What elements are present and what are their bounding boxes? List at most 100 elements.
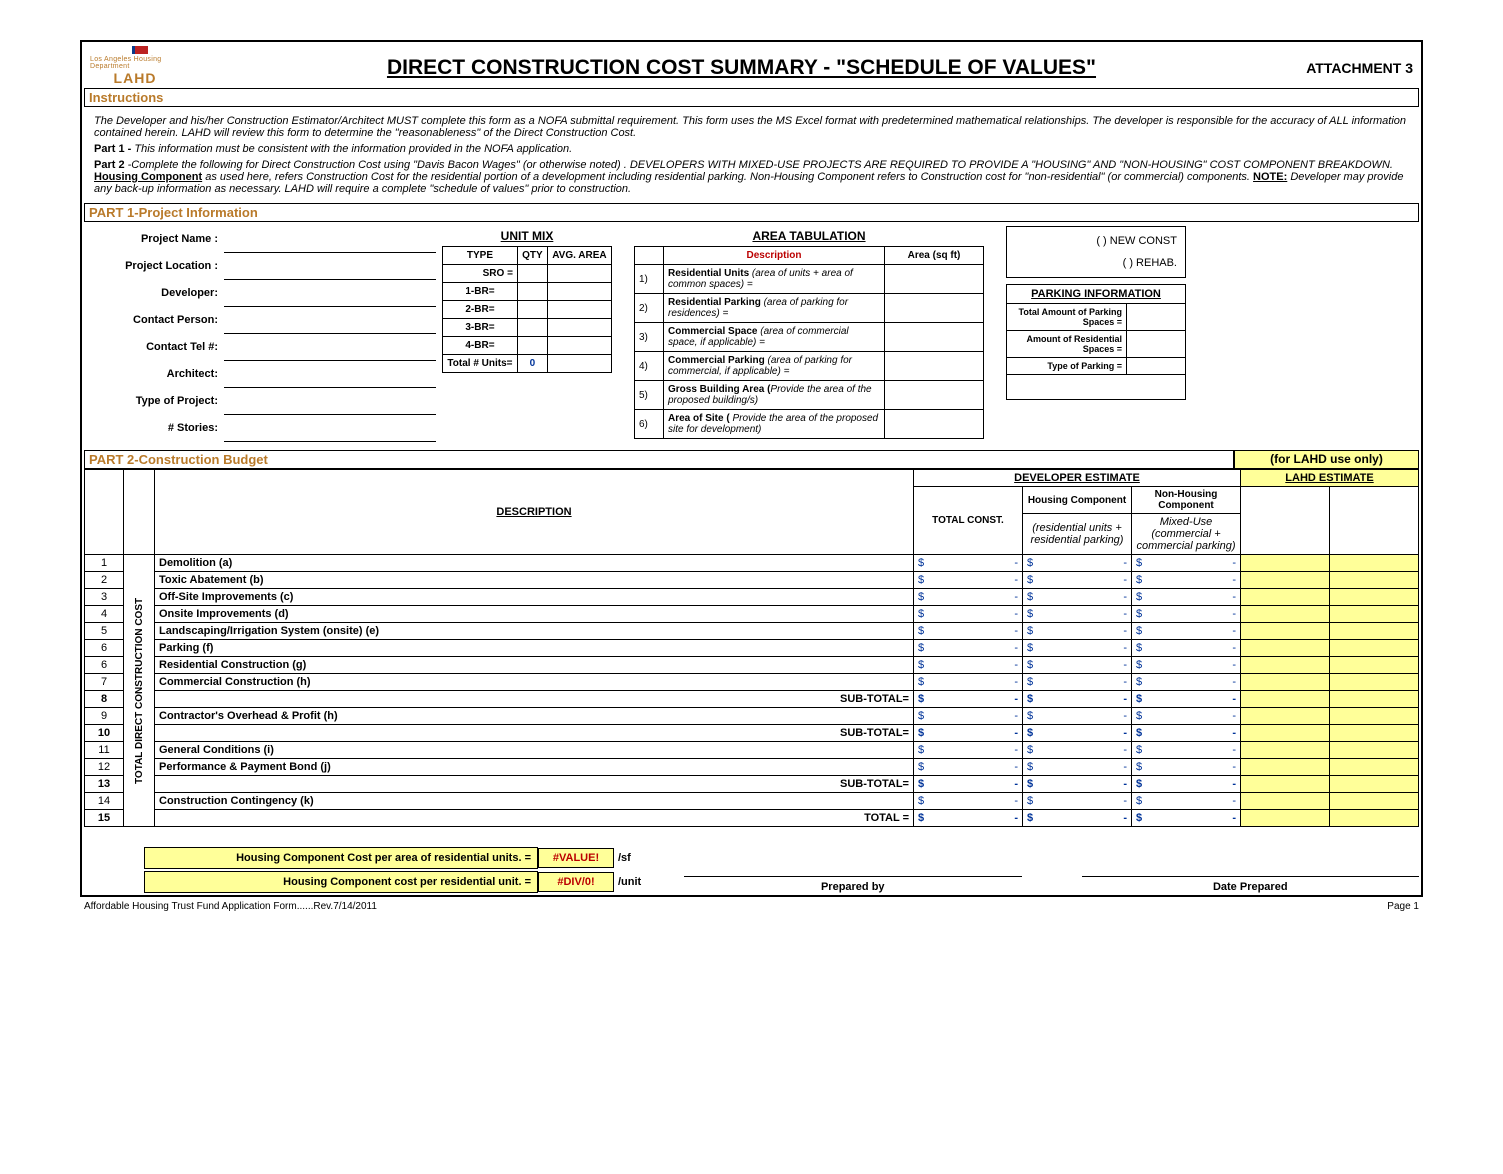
- budget-money-cell[interactable]: $-: [1023, 640, 1132, 657]
- budget-money-cell[interactable]: $-: [914, 759, 1023, 776]
- footer-left: Affordable Housing Trust Fund Applicatio…: [84, 901, 377, 912]
- budget-money-cell[interactable]: $-: [914, 589, 1023, 606]
- parking-row-val[interactable]: [1127, 331, 1186, 358]
- unit-mix-qty[interactable]: [517, 301, 547, 319]
- budget-money-cell[interactable]: $-: [914, 742, 1023, 759]
- unit-mix-qty[interactable]: [517, 337, 547, 355]
- label-contact-person: Contact Person:: [86, 307, 224, 334]
- budget-money-cell[interactable]: $-: [1023, 708, 1132, 725]
- budget-money-cell[interactable]: $-: [1023, 674, 1132, 691]
- field-project-location[interactable]: [224, 253, 436, 280]
- unit-mix-avg[interactable]: [547, 265, 611, 283]
- area-row-val[interactable]: [885, 410, 984, 439]
- label-developer: Developer:: [86, 280, 224, 307]
- budget-money-cell[interactable]: $-: [1132, 640, 1241, 657]
- unit-mix-qty[interactable]: [517, 283, 547, 301]
- unit-mix-avg[interactable]: [547, 301, 611, 319]
- lahd-use-only-heading: (for LAHD use only): [1234, 450, 1419, 469]
- budget-money-cell[interactable]: $-: [1023, 759, 1132, 776]
- budget-money-cell[interactable]: $-: [1023, 572, 1132, 589]
- budget-money-cell[interactable]: $-: [914, 555, 1023, 572]
- budget-money-cell[interactable]: $-: [914, 606, 1023, 623]
- budget-lahd-cell: [1241, 623, 1330, 640]
- field-project-name[interactable]: [224, 226, 436, 253]
- col-type: TYPE: [443, 247, 518, 265]
- field-developer[interactable]: [224, 280, 436, 307]
- area-row-num: 6): [635, 410, 664, 439]
- parking-row-label: Type of Parking =: [1007, 358, 1127, 375]
- area-row-num: 2): [635, 294, 664, 323]
- area-row-val[interactable]: [885, 381, 984, 410]
- budget-row-desc: Off-Site Improvements (c): [155, 589, 914, 606]
- label-architect: Architect:: [86, 361, 224, 388]
- budget-money-cell[interactable]: $-: [1023, 793, 1132, 810]
- budget-money-cell[interactable]: $-: [914, 640, 1023, 657]
- unit-mix-avg[interactable]: [547, 283, 611, 301]
- budget-money-cell[interactable]: $-: [914, 674, 1023, 691]
- budget-money-cell[interactable]: $-: [1023, 555, 1132, 572]
- parking-row-val[interactable]: [1127, 358, 1186, 375]
- budget-money-cell[interactable]: $-: [1132, 708, 1241, 725]
- field-type-of-project[interactable]: [224, 388, 436, 415]
- unit-mix-qty[interactable]: [517, 265, 547, 283]
- budget-money-cell[interactable]: $-: [1132, 793, 1241, 810]
- budget-lahd-cell: [1241, 555, 1330, 572]
- budget-money-cell[interactable]: $-: [1132, 572, 1241, 589]
- field-contact-tel[interactable]: [224, 334, 436, 361]
- budget-money-cell[interactable]: $-: [1023, 657, 1132, 674]
- col-lahd-estimate: LAHD ESTIMATE: [1241, 470, 1419, 487]
- budget-money-cell: $-: [1023, 776, 1132, 793]
- budget-money-cell[interactable]: $-: [914, 793, 1023, 810]
- unit-mix-avg[interactable]: [547, 319, 611, 337]
- budget-money-cell[interactable]: $-: [1023, 589, 1132, 606]
- area-row-val[interactable]: [885, 294, 984, 323]
- budget-money-cell[interactable]: $-: [1023, 606, 1132, 623]
- col-lahd-2: [1330, 487, 1419, 555]
- field-stories[interactable]: [224, 415, 436, 442]
- attachment-label: ATTACHMENT 3: [1306, 60, 1413, 76]
- area-row-val[interactable]: [885, 265, 984, 294]
- unit-mix-avg[interactable]: [547, 337, 611, 355]
- budget-lahd-cell: [1330, 776, 1419, 793]
- budget-lahd-cell: [1241, 657, 1330, 674]
- budget-money-cell[interactable]: $-: [1132, 555, 1241, 572]
- area-tabulation-block: AREA TABULATION Description Area (sq ft)…: [634, 226, 984, 442]
- parking-row-val[interactable]: [1127, 304, 1186, 331]
- parking-info-block: PARKING INFORMATION Total Amount of Park…: [1006, 284, 1186, 400]
- area-row-val[interactable]: [885, 352, 984, 381]
- parking-row-label: Total Amount of Parking Spaces =: [1007, 304, 1127, 331]
- unit-mix-qty[interactable]: [517, 319, 547, 337]
- budget-money-cell[interactable]: $-: [1132, 674, 1241, 691]
- area-row-val[interactable]: [885, 323, 984, 352]
- budget-money-cell[interactable]: $-: [914, 623, 1023, 640]
- parking-row-blank[interactable]: [1007, 375, 1186, 400]
- budget-money-cell[interactable]: $-: [914, 708, 1023, 725]
- flag-icon: [122, 46, 148, 54]
- budget-money-cell[interactable]: $-: [1132, 589, 1241, 606]
- field-contact-person[interactable]: [224, 307, 436, 334]
- field-architect[interactable]: [224, 361, 436, 388]
- budget-lahd-cell: [1330, 589, 1419, 606]
- signature-line-prepared-by[interactable]: [684, 876, 1022, 879]
- budget-money-cell[interactable]: $-: [1132, 759, 1241, 776]
- label-type-of-project: Type of Project:: [86, 388, 224, 415]
- option-new-const[interactable]: ( ) NEW CONST: [1015, 235, 1177, 247]
- budget-money-cell[interactable]: $-: [914, 572, 1023, 589]
- budget-money-cell[interactable]: $-: [1023, 742, 1132, 759]
- budget-money-cell[interactable]: $-: [914, 657, 1023, 674]
- unit-mix-row: 1-BR=: [443, 283, 518, 301]
- budget-money-cell[interactable]: $-: [1132, 657, 1241, 674]
- budget-lahd-cell: [1330, 623, 1419, 640]
- budget-money-cell[interactable]: $-: [1132, 742, 1241, 759]
- option-rehab[interactable]: ( ) REHAB.: [1015, 257, 1177, 269]
- instructions-p2: Part 1 - This information must be consis…: [94, 143, 1409, 155]
- budget-money-cell[interactable]: $-: [1132, 606, 1241, 623]
- unit-mix-row: 2-BR=: [443, 301, 518, 319]
- budget-lahd-cell: [1241, 640, 1330, 657]
- budget-money-cell[interactable]: $-: [1132, 623, 1241, 640]
- budget-money-cell[interactable]: $-: [1023, 623, 1132, 640]
- area-row-num: 5): [635, 381, 664, 410]
- budget-money-cell: $-: [1132, 725, 1241, 742]
- signature-line-date[interactable]: [1082, 876, 1420, 879]
- budget-row-desc: Toxic Abatement (b): [155, 572, 914, 589]
